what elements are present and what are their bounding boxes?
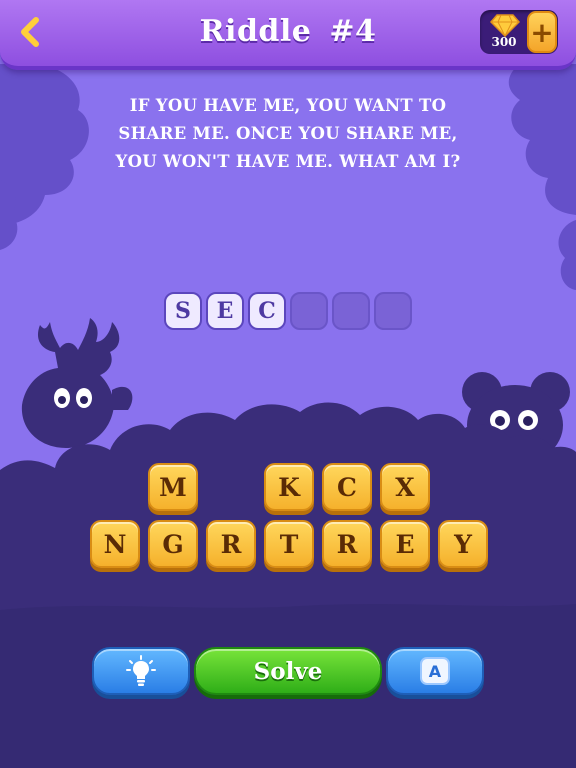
header-bar: Riddle #4 300 + [0,0,576,70]
diamond-icon [490,14,520,37]
letter-tile[interactable]: N [90,520,140,568]
answer-slot[interactable]: S [164,292,202,330]
letter-tile[interactable]: K [264,463,314,511]
letter-tile[interactable]: M [148,463,198,511]
letter-tile[interactable]: C [322,463,372,511]
lightbulb-icon [126,655,156,686]
letter-tile[interactable]: G [148,520,198,568]
answer-slot[interactable] [290,292,328,330]
buy-gems-button[interactable]: + [527,11,557,53]
answer-slot[interactable]: C [248,292,286,330]
answer-slots: S E C [164,292,412,330]
hint-button[interactable] [92,647,190,695]
plus-icon: + [530,15,554,49]
letter-tile[interactable]: T [264,520,314,568]
solve-button[interactable]: Solve [194,647,382,695]
letter-a-icon: A [420,657,450,685]
letter-tile[interactable]: R [206,520,256,568]
riddle-number: #4 [329,14,377,49]
deer-silhouette [21,318,133,448]
gem-count: 300 [491,35,517,49]
letter-tile[interactable]: X [380,463,430,511]
right-tree-silhouette [508,64,576,215]
title-label: Riddle [199,14,312,49]
letter-tile[interactable]: R [322,520,372,568]
reveal-letter-button[interactable]: A [386,647,484,695]
riddle-text: If you have me, you want to share me. On… [115,96,461,171]
letter-tile[interactable]: E [380,520,430,568]
answer-slot[interactable] [374,292,412,330]
letter-tile[interactable]: Y [438,520,488,568]
answer-slot[interactable]: E [206,292,244,330]
answer-slot[interactable] [332,292,370,330]
